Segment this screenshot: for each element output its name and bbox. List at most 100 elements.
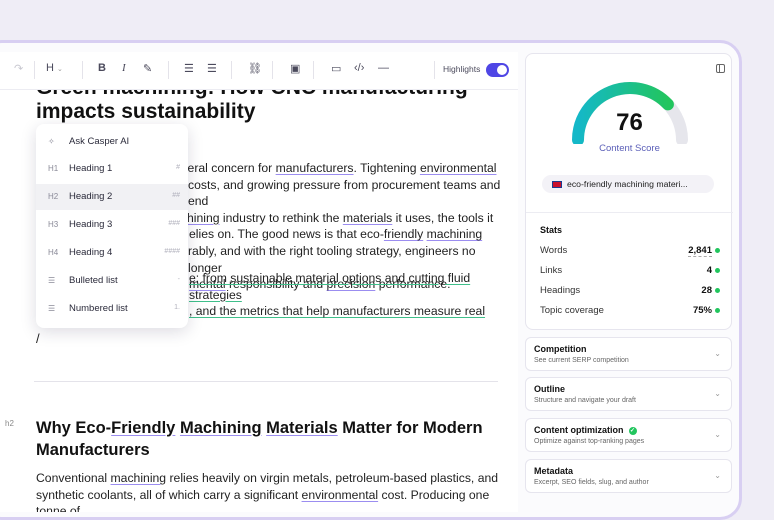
toolbar-divider — [434, 61, 435, 79]
accordion-title: Outline — [534, 384, 565, 394]
highlighted-term: environmental — [301, 487, 379, 502]
menu-item-heading-3[interactable]: H3 Heading 3 ### — [36, 212, 188, 238]
divider — [34, 381, 498, 382]
slash-command-input[interactable]: / — [36, 331, 40, 346]
stat-value: 4 — [706, 265, 712, 276]
accordion-competition[interactable]: Competition See current SERP competition… — [525, 337, 732, 371]
stat-value: 2,841 — [688, 245, 712, 257]
stat-value: 75% — [692, 305, 712, 316]
menu-item-heading-2[interactable]: H2 Heading 2 ## — [36, 184, 188, 210]
accordion-subtitle: Structure and navigate your draft — [534, 397, 636, 404]
stat-row-links: Links 4 — [540, 265, 720, 276]
status-dot — [715, 268, 720, 273]
menu-item-label: Heading 2 — [69, 191, 113, 202]
chevron-down-icon: ⌄ — [714, 349, 721, 358]
accordion-metadata[interactable]: Metadata Excerpt, SEO fields, slug, and … — [525, 459, 732, 493]
heading-1-icon: H1 — [48, 164, 59, 173]
menu-item-label: Heading 1 — [69, 163, 113, 174]
highlighted-term: materials — [342, 210, 393, 225]
menu-item-heading-1[interactable]: H1 Heading 1 # — [36, 156, 188, 182]
highlighted-term: Machining — [179, 419, 262, 437]
toolbar-divider — [34, 61, 35, 79]
menu-item-shortcut: #### — [164, 248, 180, 255]
status-dot — [715, 288, 720, 293]
redo-icon[interactable]: ↷ — [14, 62, 23, 75]
code-icon[interactable]: ‹/› — [354, 62, 364, 74]
highlighted-term: Materials — [266, 419, 338, 437]
chevron-down-icon: ⌄ — [57, 66, 63, 73]
highlighted-term: manufacturers — [275, 161, 354, 175]
paragraph[interactable]: Conventional machining relies heavily on… — [36, 470, 504, 512]
accordion-subtitle: See current SERP competition — [534, 357, 629, 364]
heading-4-icon: H4 — [48, 248, 59, 257]
text: it uses, the tools it — [392, 210, 494, 225]
italic-button[interactable]: I — [122, 62, 126, 74]
uk-flag-icon — [552, 181, 562, 188]
accordion-outline[interactable]: Outline Structure and navigate your draf… — [525, 377, 732, 411]
menu-item-shortcut: 1. — [174, 304, 180, 311]
menu-item-label: Heading 4 — [69, 247, 113, 258]
accordion-subtitle: Excerpt, SEO fields, slug, and author — [534, 479, 649, 486]
highlighted-term: , and the metrics that help manufacturer… — [189, 304, 486, 319]
accordion-title: Metadata — [534, 466, 574, 476]
text: elies on. The good news is that eco- — [189, 227, 384, 242]
sidebar-toggle-icon[interactable] — [716, 64, 725, 73]
accordion-content-optimization[interactable]: Content optimization ✓ Optimize against t… — [525, 418, 732, 452]
text: . Tightening — [353, 161, 420, 175]
divider — [526, 212, 733, 213]
chevron-down-icon: ⌄ — [714, 389, 721, 398]
menu-item-shortcut: # — [176, 164, 180, 171]
comment-icon[interactable]: ▭ — [331, 62, 341, 75]
stat-label: Words — [540, 245, 568, 256]
check-circle-icon: ✓ — [628, 426, 637, 435]
menu-item-heading-4[interactable]: H4 Heading 4 #### — [36, 240, 188, 266]
highlighted-term: friendly — [383, 227, 424, 242]
toolbar-divider — [272, 61, 273, 79]
stat-label: Headings — [540, 285, 581, 296]
menu-item-numbered-list[interactable]: ☰ Numbered list 1. — [36, 296, 188, 322]
chevron-down-icon: ⌄ — [714, 471, 721, 480]
stat-row-headings: Headings 28 — [540, 285, 720, 296]
content-score-value: 76 — [616, 109, 643, 136]
stat-row-words: Words 2,841 — [540, 245, 720, 257]
text: Why Eco- — [36, 419, 112, 437]
highlighted-term: e: from sustainable material options and… — [189, 271, 471, 302]
stat-label: Links — [540, 265, 563, 276]
accordion-title-row: Content optimization ✓ — [534, 425, 637, 435]
toolbar-divider — [82, 61, 83, 79]
stats-title: Stats — [540, 225, 563, 235]
heading-dropdown[interactable]: H ⌄ — [46, 62, 63, 74]
chevron-down-icon: ⌄ — [714, 430, 721, 439]
text: pheral concern for — [174, 161, 276, 175]
highlights-label: Highlights — [443, 64, 481, 74]
heading-3-icon: H3 — [48, 220, 59, 229]
section-heading[interactable]: Why Eco-Friendly Machining Materials Mat… — [36, 417, 506, 461]
text: synthetic coolants, all of which carry a… — [36, 487, 302, 502]
highlighted-term: environmental — [419, 161, 497, 175]
bulleted-list-icon[interactable]: ☰ — [184, 62, 194, 75]
link-icon[interactable]: ⛓ — [248, 62, 262, 75]
horizontal-rule-icon[interactable]: — — [378, 62, 389, 74]
target-keyword-chip[interactable]: eco-friendly machining materi... — [542, 175, 714, 193]
numbered-list-icon[interactable]: ☰ — [207, 62, 217, 75]
toolbar-divider — [313, 61, 314, 79]
accordion-subtitle: Optimize against top-ranking pages — [534, 438, 645, 445]
status-dot — [715, 248, 720, 253]
highlights-toggle[interactable] — [486, 63, 509, 77]
text: Conventional — [36, 471, 111, 485]
highlighter-icon[interactable]: ✎ — [143, 62, 152, 75]
content-score-label: Content Score — [599, 143, 660, 154]
highlighted-term: machining — [426, 227, 483, 242]
toolbar: ↷ H ⌄ B I ✎ ☰ ☰ ⛓ ▣ ▭ ‹/› — Highlights — [0, 52, 518, 90]
menu-item-label: Ask Casper AI — [69, 136, 130, 147]
image-icon[interactable]: ▣ — [290, 62, 300, 75]
paragraph-line: synthetic coolants, all of which carry a… — [36, 487, 504, 512]
bold-button[interactable]: B — [98, 62, 106, 74]
toolbar-divider — [231, 61, 232, 79]
paragraph-line: Conventional machining relies heavily on… — [36, 470, 504, 487]
text: relies heavily on virgin metals, petrole… — [166, 471, 499, 485]
menu-item-ask-casper-ai[interactable]: ✧ Ask Casper AI — [36, 129, 188, 155]
editor[interactable]: ↷ H ⌄ B I ✎ ☰ ☰ ⛓ ▣ ▭ ‹/› — Highlights G… — [0, 52, 518, 512]
menu-item-bulleted-list[interactable]: ☰ Bulleted list - — [36, 268, 188, 294]
heading-dropdown-label: H — [46, 62, 54, 74]
